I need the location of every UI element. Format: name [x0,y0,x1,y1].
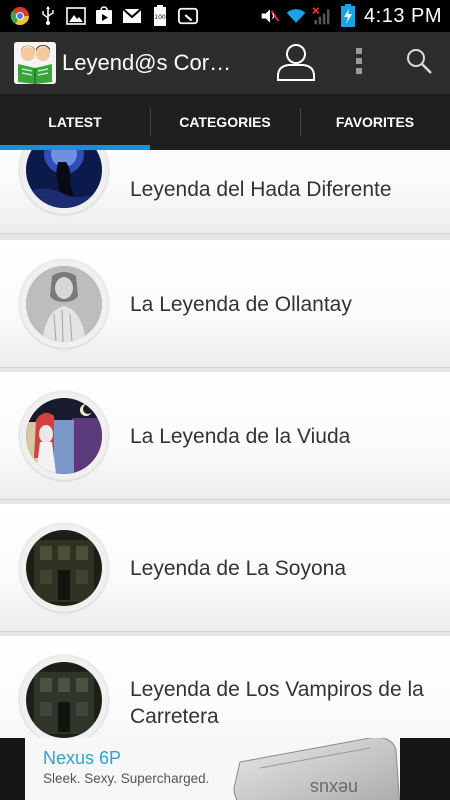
profile-button[interactable] [262,32,330,94]
item-title: Leyenda de Los Vampiros de la Carretera [130,678,424,728]
tab-latest[interactable]: LATEST [0,94,150,150]
thumbnail-image [26,530,102,606]
thumbnail [20,260,108,348]
item-title: La Leyenda de Ollantay [130,293,352,316]
overflow-menu-icon [355,47,363,80]
status-bar: 100 4:13 PM [0,0,450,32]
list-item[interactable]: La Leyenda de Ollantay [0,240,450,368]
charging-battery-icon [338,4,358,27]
search-button[interactable] [388,32,450,94]
play-store-icon [94,6,114,26]
wifi-icon [286,6,306,26]
thumbnail-image [26,150,102,208]
chrome-icon [10,6,30,26]
list-item[interactable]: Leyenda de La Soyona [0,504,450,632]
quick-settings-icon [178,6,198,26]
thumbnail [20,656,108,738]
search-icon [405,47,433,80]
action-bar: Leyend@s Cor… [0,32,450,94]
tab-categories[interactable]: CATEGORIES [150,94,300,150]
app-screen: 100 4:13 PM Leyend@s Cor… LATEST CATEGOR… [0,0,450,800]
list-item[interactable]: Leyenda del Hada Diferente [0,150,450,234]
ad-subtitle: Sleek. Sexy. Supercharged. [43,771,210,786]
tab-favorites[interactable]: FAVORITES [300,94,450,150]
legend-list[interactable]: Leyenda del Hada Diferente La Leyenda de… [0,150,450,738]
thumbnail [20,392,108,480]
list-item[interactable]: Leyenda de Los Vampiros de la Carretera [0,636,450,738]
app-title: Leyend@s Cor… [62,50,232,75]
overflow-menu-button[interactable] [330,32,388,94]
app-logo[interactable] [14,42,56,84]
gmail-icon [122,6,142,26]
thumbnail [20,524,108,612]
usb-icon [38,6,58,26]
clock: 4:13 PM [364,4,442,27]
thumbnail-image [26,662,102,738]
phone-image: nexus [220,738,400,800]
ad-banner[interactable]: Nexus 6P Sleek. Sexy. Supercharged. nexu… [0,738,450,800]
item-title: Leyenda de La Soyona [130,557,347,580]
thumbnail-image [26,266,102,342]
battery-100-icon: 100 [150,5,170,26]
svg-text:nexus: nexus [310,778,358,798]
thumbnail-image [26,398,102,474]
item-title: Leyenda del Hada Diferente [130,178,392,201]
svg-text:100: 100 [154,14,166,21]
item-title: La Leyenda de la Viuda [130,425,351,448]
ad-title: Nexus 6P [43,748,122,768]
mute-icon [260,6,280,26]
tab-bar: LATEST CATEGORIES FAVORITES [0,94,450,150]
thumbnail [20,150,108,214]
ad-content[interactable]: Nexus 6P Sleek. Sexy. Supercharged. nexu… [25,738,400,800]
profile-icon [275,40,317,87]
list-item[interactable]: La Leyenda de la Viuda [0,372,450,500]
no-signal-icon [312,6,332,26]
gallery-icon [66,6,86,26]
